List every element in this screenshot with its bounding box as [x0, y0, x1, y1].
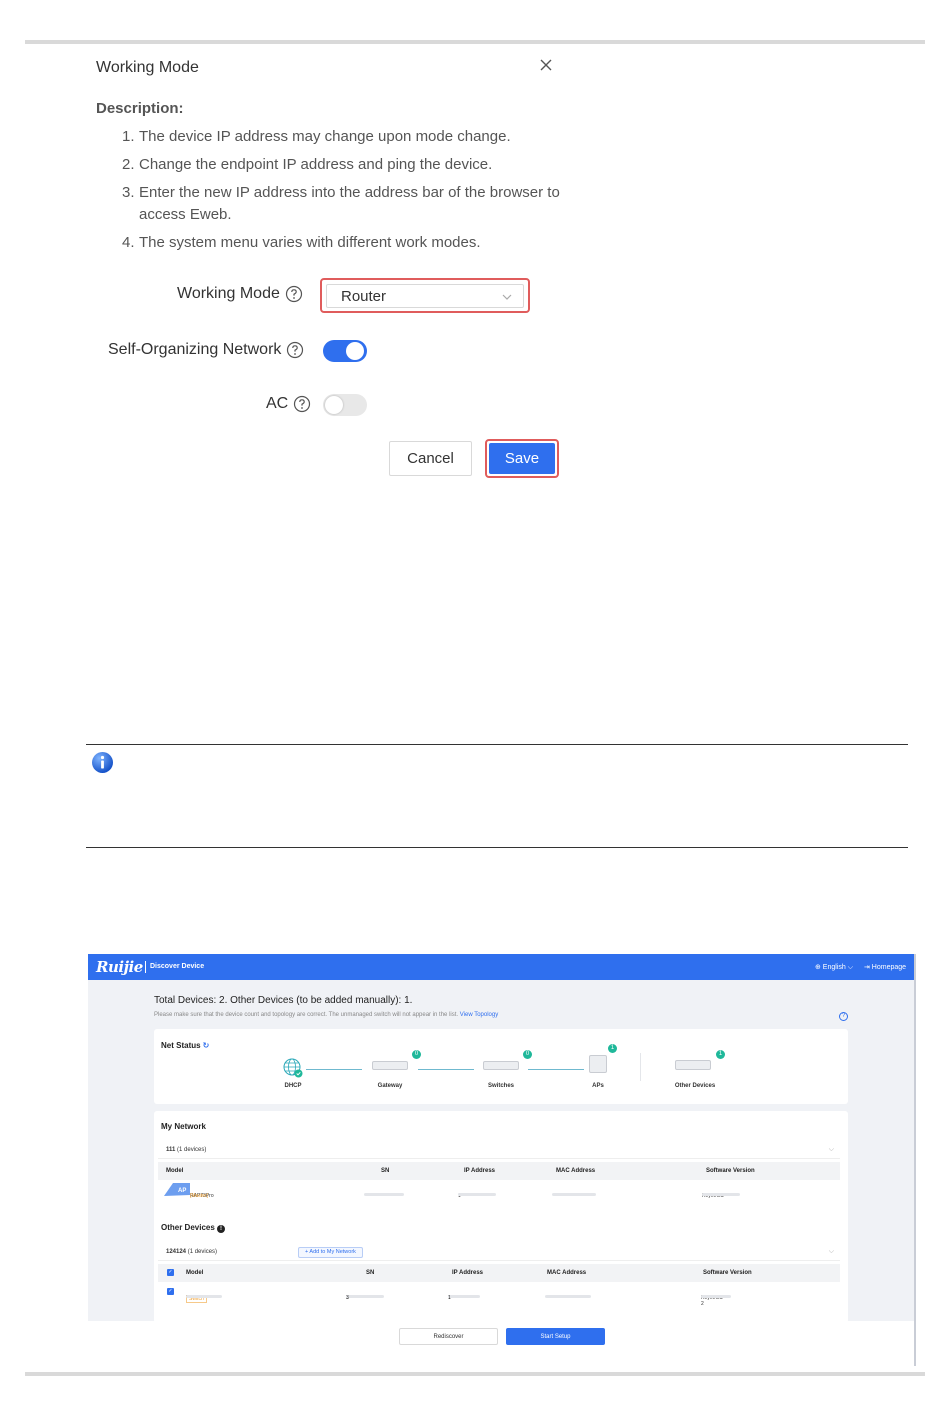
ac-row: AC: [266, 395, 311, 413]
page-footer-rule: [25, 1372, 925, 1376]
other-device-icon: [675, 1060, 711, 1070]
help-icon[interactable]: ?: [839, 1012, 848, 1021]
select-all-checkbox[interactable]: ✓: [167, 1269, 174, 1276]
gateway-device-icon: [372, 1061, 408, 1070]
note-top-rule: [86, 744, 908, 745]
my-network-title: My Network: [161, 1122, 206, 1131]
chevron-down-icon[interactable]: ⌵: [829, 1243, 834, 1261]
other-devices-group[interactable]: 124124 (1 devices) + Add to My Network ⌵: [158, 1243, 840, 1261]
my-network-table-header: Model SN IP Address MAC Address Software…: [158, 1162, 840, 1180]
refresh-icon[interactable]: ↻: [203, 1041, 210, 1050]
aps-count: 1: [608, 1044, 617, 1053]
other-devices-title: Other Devices !: [161, 1223, 226, 1233]
brand-logo: Ruijie: [96, 958, 143, 976]
question-circle-icon[interactable]: [286, 341, 304, 359]
net-status-card: Net Status ↻ 0 0 1 1 DHCP Gateway Switche…: [154, 1029, 848, 1104]
net-status-title: Net Status ↻: [161, 1041, 210, 1050]
ac-label: AC: [266, 395, 289, 412]
working-mode-row: Working Mode: [177, 285, 303, 303]
ap-device-icon: [589, 1055, 607, 1073]
working-mode-select[interactable]: Router: [326, 284, 524, 308]
switch-device-icon: [483, 1061, 519, 1070]
working-mode-highlight: Router: [320, 278, 530, 313]
rediscover-button[interactable]: Rediscover: [399, 1328, 498, 1345]
description-item: 1. The device IP address may change upon …: [122, 128, 511, 145]
description-item: 2. Change the endpoint IP address and pin…: [122, 156, 493, 173]
self-org-label: Self-Organizing Network: [108, 341, 282, 358]
ap-tag-icon: AP: [164, 1183, 190, 1196]
description-title: Description:: [96, 100, 184, 117]
topology-hint: Please make sure that the device count a…: [154, 1012, 499, 1018]
question-circle-icon[interactable]: [293, 395, 311, 413]
table-row: ✓ Switch * 1 3 1 1 ReyeeOS 2: [158, 1283, 840, 1307]
start-setup-button[interactable]: Start Setup: [506, 1328, 605, 1345]
description-item: 3. Enter the new IP address into the addr…: [122, 184, 560, 223]
cancel-button[interactable]: Cancel: [389, 441, 472, 476]
language-select[interactable]: ⊕ English ⌵: [815, 963, 853, 972]
svg-text:AP: AP: [178, 1188, 186, 1194]
homepage-link[interactable]: ⇥ Homepage: [864, 963, 906, 971]
device-lists-card: My Network 111 (1 devices) ⌵ Model SN IP…: [154, 1111, 848, 1323]
page-title: Discover Device: [150, 963, 205, 970]
working-mode-dialog: Working Mode Description: 1. The device I…: [80, 50, 580, 500]
discover-device-screenshot: Ruijie Discover Device ⊕ English ⌵ ⇥ Hom…: [88, 954, 916, 1366]
self-org-toggle[interactable]: [323, 340, 367, 362]
gateway-count: 0: [412, 1050, 421, 1059]
row-checkbox[interactable]: ✓: [167, 1288, 174, 1295]
working-mode-label: Working Mode: [177, 285, 280, 302]
table-row: AP RAP73Pro [Master] 1 ReyeeOS: [158, 1181, 840, 1199]
topo-label-aps: APs: [592, 1083, 604, 1089]
page-header-rule: [25, 40, 925, 44]
question-circle-icon[interactable]: [285, 285, 303, 303]
globe-icon: [283, 1058, 303, 1078]
working-mode-value: Router: [341, 287, 387, 305]
description-list: 1. The device IP address may change upon …: [122, 126, 562, 260]
self-org-row: Self-Organizing Network: [108, 341, 304, 359]
topo-label-other: Other Devices: [674, 1083, 716, 1089]
my-network-group[interactable]: 111 (1 devices) ⌵: [158, 1141, 840, 1159]
save-highlight: Save: [485, 439, 559, 478]
description-item: 4. The system menu varies with different …: [122, 234, 481, 251]
other-devices-table-header: ✓ Model SN IP Address MAC Address Softwa…: [158, 1264, 840, 1282]
dialog-title: Working Mode: [96, 59, 199, 76]
topo-label-gateway: Gateway: [377, 1083, 403, 1089]
top-bar: Ruijie Discover Device ⊕ English ⌵ ⇥ Hom…: [88, 954, 914, 980]
chevron-down-icon[interactable]: ⌵: [829, 1141, 834, 1159]
chevron-down-icon: [502, 294, 512, 300]
info-icon[interactable]: !: [217, 1225, 226, 1233]
topo-label-switches: Switches: [487, 1083, 514, 1089]
footer-actions: Rediscover Start Setup: [88, 1321, 914, 1366]
switches-count: 0: [523, 1050, 532, 1059]
info-icon: [92, 752, 113, 773]
device-summary: Total Devices: 2. Other Devices (to be a…: [154, 995, 413, 1006]
other-devices-count: 1: [716, 1050, 725, 1059]
ac-toggle[interactable]: [323, 394, 367, 416]
add-to-my-network-button[interactable]: + Add to My Network: [298, 1247, 363, 1258]
view-topology-link[interactable]: View Topology: [460, 1012, 498, 1018]
note-bottom-rule: [86, 847, 908, 848]
topo-label-dhcp: DHCP: [284, 1083, 302, 1089]
close-icon[interactable]: [538, 57, 554, 73]
save-button[interactable]: Save: [489, 443, 555, 474]
